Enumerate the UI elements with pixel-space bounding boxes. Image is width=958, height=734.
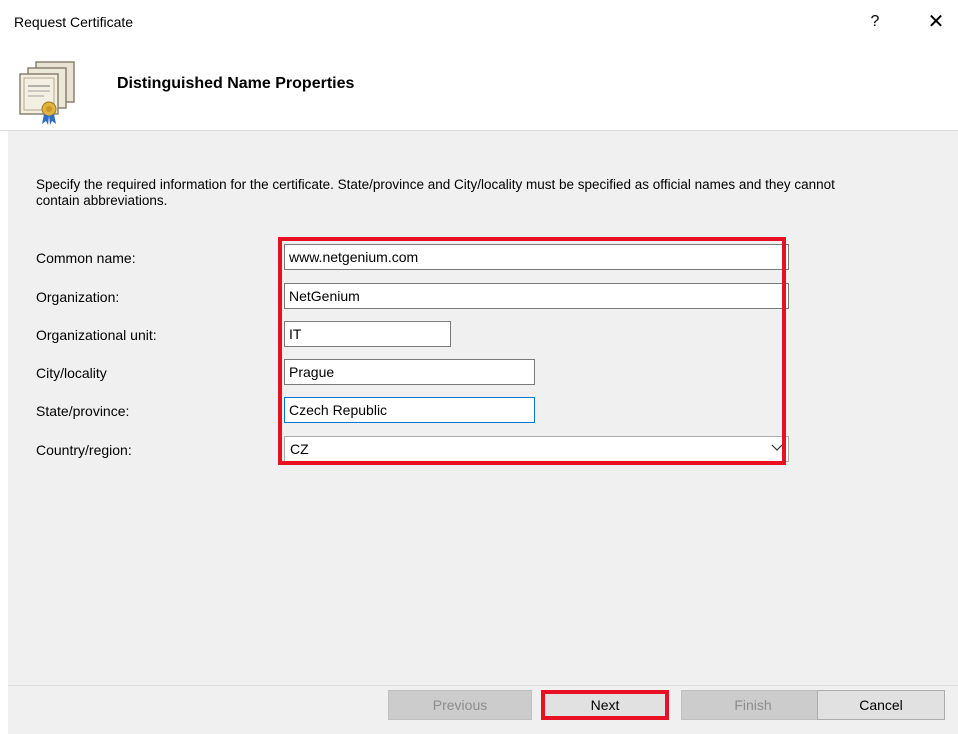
wizard-header: Distinguished Name Properties [0,46,958,131]
title-bar: Request Certificate ? ✕ [0,0,958,46]
country-select[interactable]: CZ [284,436,789,462]
form-row-country: Country/region: CZ [8,436,958,466]
finish-button[interactable]: Finish [681,690,825,720]
chevron-down-icon [771,444,783,451]
state-label: State/province: [36,403,130,419]
country-select-value: CZ [290,441,309,457]
help-button[interactable]: ? [864,8,886,36]
close-button[interactable]: ✕ [922,8,950,36]
city-input[interactable] [284,359,535,385]
org-unit-label: Organizational unit: [36,327,157,343]
certificate-icon [19,61,75,125]
cancel-button[interactable]: Cancel [817,690,945,720]
common-name-input[interactable] [284,244,789,270]
organization-input[interactable] [284,283,789,309]
org-unit-input[interactable] [284,321,451,347]
previous-button[interactable]: Previous [388,690,532,720]
page-title: Distinguished Name Properties [117,75,355,92]
city-label: City/locality [36,365,107,381]
window-title: Request Certificate [14,14,134,30]
next-button[interactable]: Next [541,690,669,720]
form-row-city: City/locality [8,359,958,389]
form-row-common-name: Common name: [8,244,958,274]
instructions-text: Specify the required information for the… [36,177,835,208]
common-name-label: Common name: [36,250,136,266]
form-row-state: State/province: [8,397,958,427]
organization-label: Organization: [36,289,120,305]
content-panel: Specify the required information for the… [8,131,958,685]
form-row-organization: Organization: [8,283,958,313]
button-bar: Previous Next Finish Cancel [8,685,958,734]
form-row-org-unit: Organizational unit: [8,321,958,351]
country-label: Country/region: [36,442,132,458]
state-input[interactable] [284,397,535,423]
